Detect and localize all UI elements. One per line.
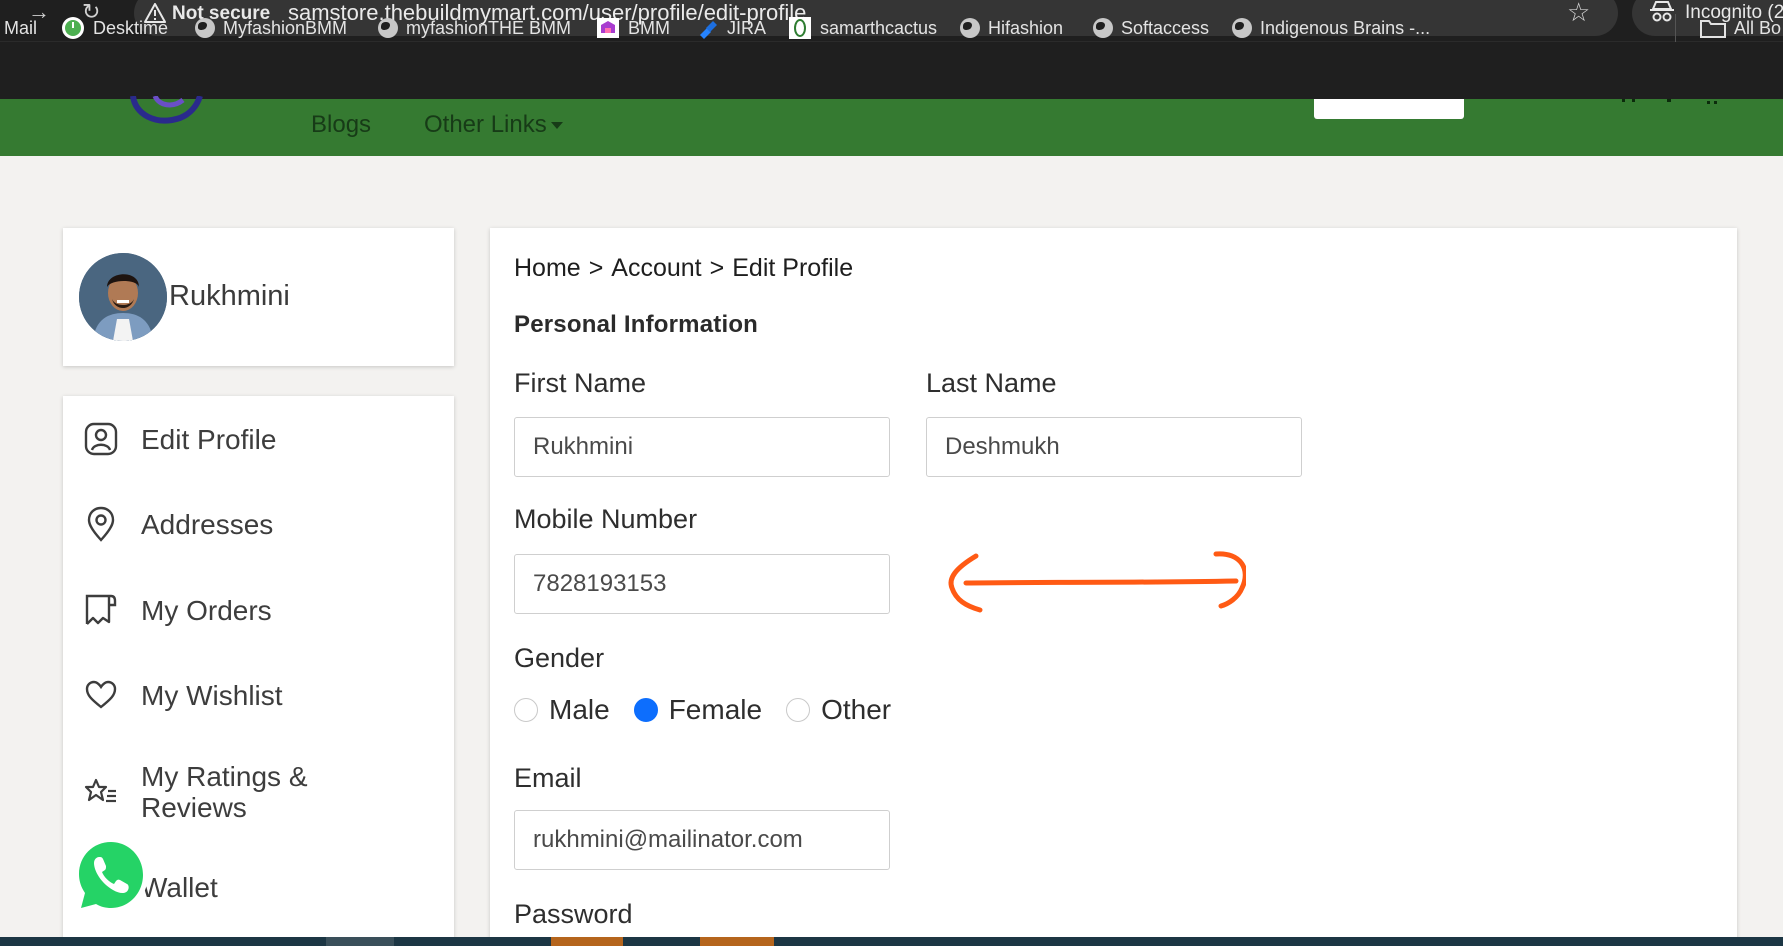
bookmarks-divider bbox=[1675, 14, 1676, 42]
breadcrumb-separator: > bbox=[588, 254, 604, 282]
bookmark-myfashionbmm[interactable]: MyfashionBMM bbox=[195, 14, 347, 42]
taskbar-segment bbox=[326, 937, 394, 946]
bookmark-hifashion[interactable]: Hifashion bbox=[960, 14, 1063, 42]
first-name-label: First Name bbox=[514, 368, 647, 398]
star-list-icon bbox=[83, 774, 119, 810]
bookmark-samarthcactus[interactable]: samarthcactus bbox=[788, 14, 937, 42]
sidebar-item-label: My Wishlist bbox=[141, 679, 283, 711]
site-header bbox=[0, 99, 1783, 156]
receipt-icon bbox=[83, 592, 119, 628]
nav-blogs[interactable]: Blogs bbox=[311, 110, 371, 140]
profile-name: Rukhmini bbox=[169, 280, 290, 312]
email-label: Email bbox=[514, 763, 582, 793]
last-name-input[interactable] bbox=[926, 417, 1302, 477]
taskbar-strip bbox=[0, 937, 1783, 946]
all-bookmarks[interactable]: All Bo bbox=[1700, 14, 1781, 42]
last-name-label: Last Name bbox=[926, 368, 1057, 398]
mobile-number-input[interactable] bbox=[514, 554, 890, 614]
first-name-input[interactable] bbox=[514, 417, 890, 477]
email-input[interactable] bbox=[514, 810, 890, 870]
breadcrumb-account[interactable]: Account bbox=[611, 254, 701, 282]
avatar bbox=[79, 253, 167, 341]
bookmark-desktime[interactable]: Desktime bbox=[61, 14, 168, 42]
jira-icon bbox=[700, 21, 717, 39]
incognito-icon bbox=[1650, 0, 1674, 22]
desktime-icon bbox=[62, 17, 84, 39]
header-icons bbox=[1622, 99, 1717, 104]
mobile-number-label: Mobile Number bbox=[514, 504, 698, 534]
section-title: Personal Information bbox=[514, 311, 759, 338]
bookmark-bmm[interactable]: BMM bbox=[596, 14, 670, 42]
bookmark-jira[interactable]: JIRA bbox=[697, 14, 766, 42]
annotation-double-arrow bbox=[948, 551, 1246, 613]
gender-male-label[interactable]: Male bbox=[549, 694, 610, 726]
globe-icon bbox=[1232, 18, 1252, 38]
heart-icon bbox=[83, 677, 119, 713]
screen: → ↻ Not secure samstore.thebuildmymart.c… bbox=[0, 0, 1783, 946]
gender-radio-group: Male Female Other bbox=[514, 692, 915, 728]
sidebar-item-label: My Ratings & bbox=[141, 761, 308, 792]
gender-label: Gender bbox=[514, 643, 605, 673]
sidebar-item-label: Edit Profile bbox=[141, 423, 277, 455]
sidebar-item-addresses[interactable]: Addresses bbox=[83, 506, 443, 542]
header-search-box[interactable] bbox=[1314, 99, 1464, 119]
sidebar-item-label-line2: Reviews bbox=[141, 792, 247, 823]
site-logo[interactable] bbox=[125, 96, 225, 128]
bookmark-myfashionthebmm[interactable]: myfashionTHE BMM bbox=[378, 14, 571, 42]
user-icon bbox=[83, 421, 119, 457]
gender-male-radio[interactable] bbox=[514, 698, 538, 722]
breadcrumb: Home > Account > Edit Profile bbox=[514, 253, 853, 283]
bmm-icon bbox=[597, 18, 619, 38]
gender-female-radio[interactable] bbox=[633, 698, 658, 722]
chevron-down-icon bbox=[550, 122, 563, 130]
bookmark-mail[interactable]: Mail bbox=[4, 14, 37, 42]
profile-card: Rukhmini bbox=[63, 228, 454, 366]
globe-icon bbox=[195, 18, 215, 38]
taskbar-segment bbox=[551, 937, 623, 946]
cactus-icon bbox=[789, 17, 811, 39]
sidebar-item-my-orders[interactable]: My Orders bbox=[83, 592, 443, 628]
sidebar-item-label: Addresses bbox=[141, 508, 274, 540]
sidebar-item-edit-profile[interactable]: Edit Profile bbox=[83, 421, 443, 457]
avatar-image bbox=[79, 253, 167, 341]
nav-other-links[interactable]: Other Links bbox=[424, 110, 563, 140]
globe-icon bbox=[960, 18, 980, 38]
sidebar-item-my-wishlist[interactable]: My Wishlist bbox=[83, 677, 443, 713]
gender-other-radio[interactable] bbox=[786, 698, 811, 722]
taskbar-segment bbox=[700, 937, 774, 946]
breadcrumb-home[interactable]: Home bbox=[514, 254, 581, 282]
breadcrumb-current: Edit Profile bbox=[732, 254, 854, 282]
bookmarks-bar bbox=[0, 41, 1783, 99]
whatsapp-icon[interactable] bbox=[68, 833, 154, 919]
bookmark-star-icon[interactable]: ☆ bbox=[1567, 0, 1590, 25]
sidebar-item-label: My Orders bbox=[141, 594, 272, 626]
sidebar-item-my-ratings-reviews[interactable]: My Ratings & Reviews bbox=[83, 761, 443, 823]
breadcrumb-separator: > bbox=[709, 254, 725, 282]
gender-other-label[interactable]: Other bbox=[821, 694, 891, 726]
gender-female-label[interactable]: Female bbox=[669, 694, 762, 726]
globe-icon bbox=[378, 18, 398, 38]
bookmark-indigenous-brains[interactable]: Indigenous Brains -... bbox=[1232, 14, 1430, 42]
password-label: Password bbox=[514, 899, 633, 929]
location-pin-icon bbox=[83, 506, 119, 542]
bookmark-softaccess[interactable]: Softaccess bbox=[1093, 14, 1209, 42]
folder-icon bbox=[1700, 20, 1726, 38]
globe-icon bbox=[1093, 18, 1113, 38]
